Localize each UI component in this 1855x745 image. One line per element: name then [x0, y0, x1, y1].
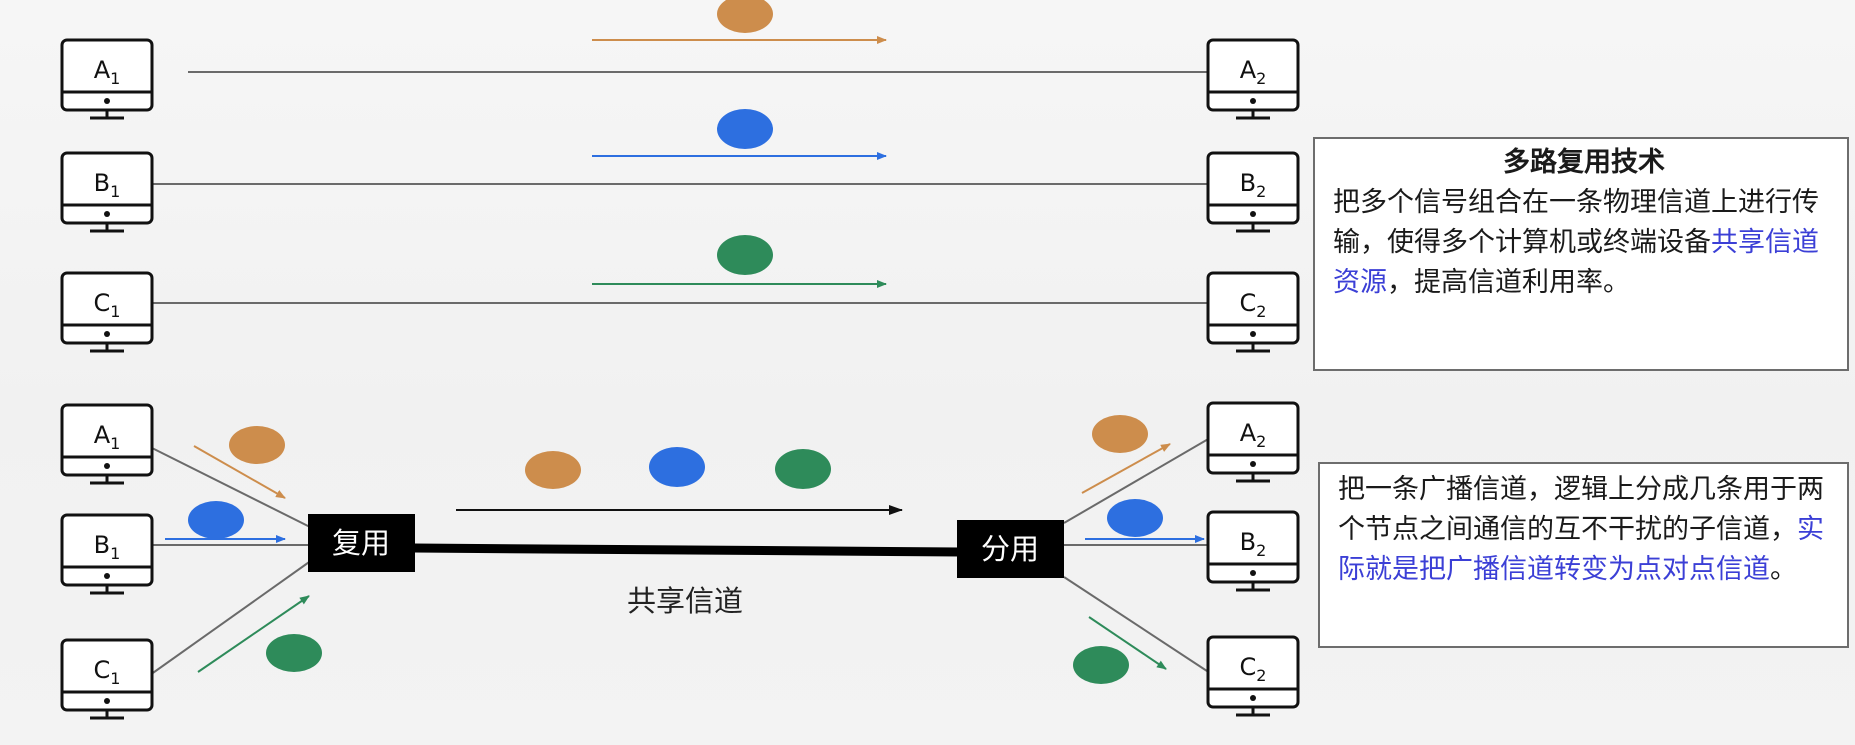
broadcast-info-box: 把一条广播信道，逻辑上分成几条用于两个节点之间通信的互不干扰的子信道，实际就是把…: [1318, 462, 1849, 648]
computer-icon: C2: [1206, 635, 1300, 717]
computer-icon: B2: [1206, 151, 1300, 233]
trunk-signal-green: [775, 449, 831, 489]
computer-icon: B2: [1206, 510, 1300, 592]
multiplexing-info-box: 多路复用技术 把多个信号组合在一条物理信道上进行传输，使得多个计算机或终端设备共…: [1313, 137, 1849, 371]
computer-icon: A1: [60, 403, 154, 485]
computer-icon: C1: [60, 638, 154, 720]
computer-icon: C2: [1206, 271, 1300, 353]
trunk-signal-orange: [525, 451, 581, 489]
right-signal-orange: [1092, 415, 1148, 453]
left-signal-orange: [229, 426, 285, 464]
computer-icon: B1: [60, 151, 154, 233]
dedicated-channels: [150, 0, 1240, 304]
shared-channel-label: 共享信道: [627, 584, 743, 618]
demux-label: 分用: [981, 532, 1039, 566]
multiplexing-text-end: ，提高信道利用率。: [1387, 267, 1630, 298]
broadcast-text-end: 。: [1770, 554, 1797, 585]
multiplexing-description: 把多个信号组合在一条物理信道上进行传输，使得多个计算机或终端设备共享信道资源，提…: [1333, 183, 1835, 303]
broadcast-description: 把一条广播信道，逻辑上分成几条用于两个节点之间通信的互不干扰的子信道，实际就是把…: [1338, 470, 1835, 590]
signal-blue: [717, 109, 773, 149]
right-signal-blue: [1107, 499, 1163, 537]
multiplexing-title: 多路复用技术: [1503, 147, 1665, 178]
mux-label: 复用: [332, 526, 390, 560]
computer-icon: A2: [1206, 401, 1300, 483]
left-signal-green: [266, 634, 322, 672]
computer-icon: C1: [60, 271, 154, 353]
broadcast-text: 把一条广播信道，逻辑上分成几条用于两个节点之间通信的互不干扰的子信道，: [1338, 474, 1824, 545]
shared-channel-trunk: [413, 543, 961, 557]
signal-orange: [717, 0, 773, 33]
signal-green: [717, 235, 773, 275]
computer-icon: B1: [60, 513, 154, 595]
right-signal-green: [1073, 646, 1129, 684]
computer-icon: A2: [1206, 38, 1300, 120]
computer-icon: A1: [60, 38, 154, 120]
trunk-signal-blue: [649, 447, 705, 487]
left-signal-blue: [188, 501, 244, 539]
shared-channel-section: 复用 分用 共享信道: [149, 415, 1211, 684]
